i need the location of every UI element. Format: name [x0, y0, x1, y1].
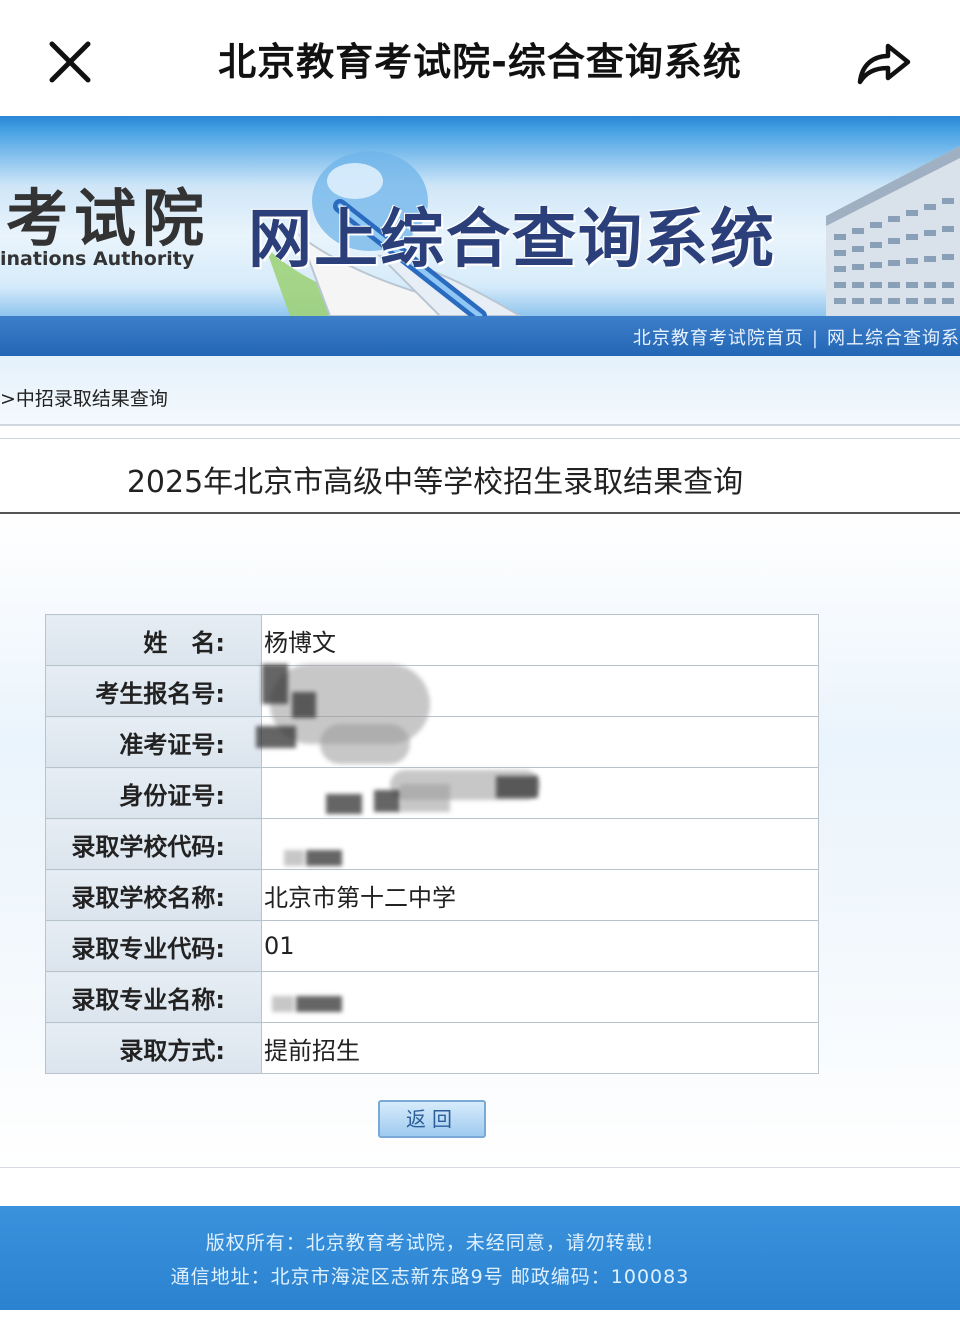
row-label: 准考证号:: [45, 716, 262, 768]
nav-link-query-system[interactable]: 网上综合查询系: [827, 328, 960, 349]
row-value: [261, 971, 819, 1023]
site-banner: 考试院 inations Authority 网上综合查询系统: [0, 116, 960, 316]
row-label: 姓 名:: [45, 614, 262, 666]
system-title: 网上综合查询系统: [248, 203, 776, 277]
student-name-value: 杨博文: [264, 628, 336, 657]
query-title-bar: 2025年北京市高级中等学校招生录取结果查询: [0, 438, 960, 514]
nav-link-home[interactable]: 北京教育考试院首页: [633, 328, 804, 349]
top-nav: 北京教育考试院首页 | 网上综合查询系: [0, 316, 960, 356]
row-value: 杨博文: [261, 614, 819, 666]
app-bar: 北京教育考试院-综合查询系统: [0, 0, 960, 116]
close-icon[interactable]: [44, 36, 96, 88]
table-row: 录取专业代码: 01: [45, 920, 819, 972]
row-label: 身份证号:: [45, 767, 262, 819]
nav-links: 北京教育考试院首页 | 网上综合查询系: [633, 324, 960, 350]
admission-method-value: 提前招生: [264, 1036, 360, 1065]
nav-separator: |: [811, 328, 819, 349]
app-title: 北京教育考试院-综合查询系统: [218, 40, 742, 84]
row-value: 01: [261, 920, 819, 972]
row-label: 录取学校名称:: [45, 869, 262, 921]
table-row: 录取学校名称: 北京市第十二中学: [45, 869, 819, 921]
institute-logo-text: 考试院: [6, 182, 211, 255]
address-text: 通信地址：北京市海淀区志新东路9号 邮政编码：100083: [170, 1266, 690, 1288]
result-panel: 姓 名: 杨博文 考生报名号: 准考证号: 身份证号: 录取学校代码: 录取学校…: [0, 514, 960, 1168]
row-label: 考生报名号:: [45, 665, 262, 717]
table-row: 考生报名号:: [45, 665, 819, 717]
row-value: 北京市第十二中学: [261, 869, 819, 921]
table-row: 录取专业名称:: [45, 971, 819, 1023]
admission-result-table: 姓 名: 杨博文 考生报名号: 准考证号: 身份证号: 录取学校代码: 录取学校…: [45, 614, 819, 1074]
major-code-value: 01: [264, 932, 295, 960]
breadcrumb[interactable]: >中招录取结果查询: [0, 384, 168, 411]
row-label: 录取方式:: [45, 1022, 262, 1074]
row-label: 录取专业代码:: [45, 920, 262, 972]
breadcrumb-bar: >中招录取结果查询: [0, 356, 960, 426]
site-footer: 版权所有：北京教育考试院，未经同意，请勿转载! 通信地址：北京市海淀区志新东路9…: [0, 1206, 960, 1310]
table-row: 录取方式: 提前招生: [45, 1022, 819, 1074]
building-icon: [826, 146, 960, 316]
row-value: [261, 818, 819, 870]
row-value: 提前招生: [261, 1022, 819, 1074]
copyright-text: 版权所有：北京教育考试院，未经同意，请勿转载!: [205, 1232, 655, 1254]
bottom-spacer: [0, 1310, 960, 1344]
school-name-value: 北京市第十二中学: [264, 883, 456, 912]
table-row: 准考证号:: [45, 716, 819, 768]
page: 北京教育考试院-综合查询系统 考试院 inations Authority 网上…: [0, 0, 960, 1344]
return-button[interactable]: 返回: [378, 1100, 486, 1138]
table-row: 录取学校代码:: [45, 818, 819, 870]
row-label: 录取学校代码:: [45, 818, 262, 870]
page-title: 2025年北京市高级中等学校招生录取结果查询: [126, 465, 744, 500]
row-label: 录取专业名称:: [45, 971, 262, 1023]
table-row: 姓 名: 杨博文: [45, 614, 819, 666]
institute-logo-english: inations Authority: [0, 248, 195, 270]
share-icon[interactable]: [854, 34, 914, 90]
